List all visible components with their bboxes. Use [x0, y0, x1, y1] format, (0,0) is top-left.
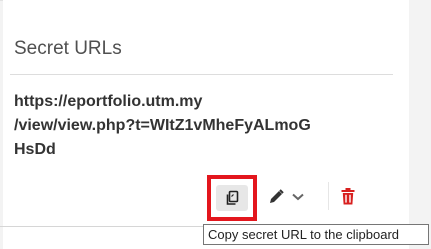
- clipboard-copy-icon: [226, 190, 239, 205]
- secret-url-line-1: https://eportfolio.utm.my: [14, 93, 203, 110]
- copy-highlight-box: [207, 175, 257, 221]
- chevron-down-icon[interactable]: [292, 193, 304, 201]
- secret-url-line-2: /view/view.php?t=WItZ1vMheFyALmoG: [14, 117, 311, 134]
- secret-urls-panel: Secret URLs https://eportfolio.utm.my /v…: [0, 0, 431, 249]
- trash-icon: [341, 188, 355, 205]
- pencil-icon: [270, 189, 284, 203]
- edit-access-button[interactable]: [266, 182, 318, 210]
- heading-divider: [10, 74, 393, 75]
- secret-url-text: https://eportfolio.utm.my /view/view.php…: [14, 90, 311, 162]
- copy-tooltip: Copy secret URL to the clipboard: [203, 224, 429, 245]
- section-heading: Secret URLs: [14, 38, 122, 59]
- delete-url-button[interactable]: [328, 182, 367, 210]
- right-gutter: [409, 0, 431, 249]
- copy-url-button[interactable]: [216, 185, 248, 211]
- secret-url-line-3: HsDd: [14, 141, 56, 158]
